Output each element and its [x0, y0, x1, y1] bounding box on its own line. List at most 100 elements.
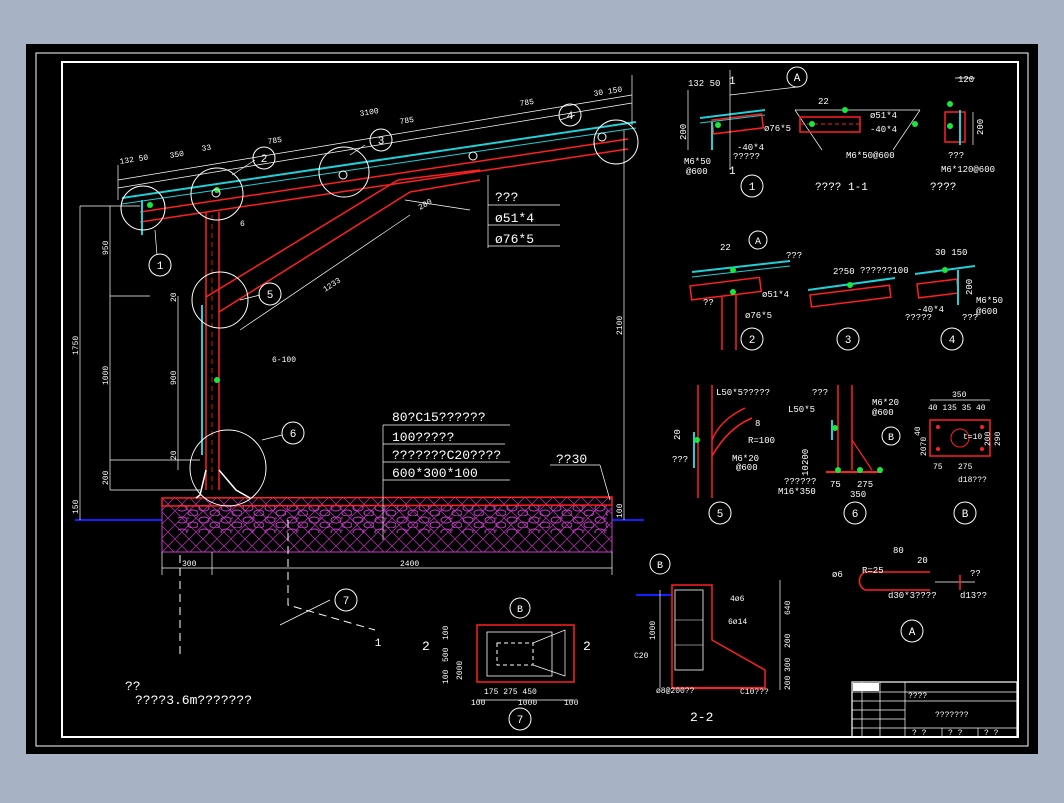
title-block-title: ???????	[935, 711, 969, 720]
svg-text:20: 20	[917, 556, 928, 566]
dim-1750: 1750	[72, 336, 81, 355]
svg-text:5: 5	[717, 509, 724, 521]
svg-text:M16*350: M16*350	[778, 487, 816, 497]
section-2-2-title: 2-2	[690, 710, 713, 725]
dim-base-2400: 2400	[400, 560, 419, 569]
svg-text:B: B	[517, 605, 523, 616]
svg-text:80: 80	[893, 546, 904, 556]
svg-text:500: 500	[442, 647, 451, 662]
svg-text:M6*120@600: M6*120@600	[941, 165, 995, 175]
svg-text:M6*20: M6*20	[872, 398, 899, 408]
slope-label: ??30	[556, 452, 587, 467]
dim-plate-6: 6	[240, 220, 245, 229]
detail-end-title: ????	[930, 182, 956, 194]
svg-text:@600: @600	[736, 463, 758, 473]
svg-text:10: 10	[801, 465, 811, 476]
svg-text:4ø6: 4ø6	[730, 595, 745, 604]
svg-text:ø8@200??: ø8@200??	[656, 687, 695, 696]
svg-text:M6*50: M6*50	[976, 296, 1003, 306]
dim-2100: 2100	[616, 316, 625, 335]
dim-base-300: 300	[182, 560, 197, 569]
svg-text:200: 200	[965, 279, 975, 295]
svg-text:275: 275	[958, 463, 973, 472]
svg-text:??: ??	[703, 298, 714, 308]
svg-text:350: 350	[952, 391, 967, 400]
note-title: ??	[125, 679, 141, 694]
svg-text:??????: ??????	[784, 477, 816, 487]
svg-text:7: 7	[517, 715, 524, 727]
svg-text:200: 200	[976, 119, 986, 135]
svg-text:B: B	[888, 433, 894, 444]
svg-text:d18???: d18???	[958, 476, 987, 485]
svg-text:20: 20	[673, 429, 683, 440]
svg-text:C20: C20	[634, 652, 649, 661]
svg-text:200: 200	[679, 124, 689, 140]
svg-text:2: 2	[422, 639, 430, 654]
pipe-table-header: ???	[495, 190, 518, 205]
svg-text:???: ???	[786, 251, 802, 261]
svg-text:ø76*5: ø76*5	[745, 311, 772, 321]
dim-1000: 1000	[102, 366, 111, 385]
svg-text:? ?: ? ?	[984, 729, 999, 738]
svg-text:75: 75	[830, 480, 841, 490]
dim-150: 150	[72, 499, 81, 514]
svg-text:???: ???	[812, 388, 828, 398]
svg-text:???: ???	[948, 151, 964, 161]
svg-text:200: 200	[784, 633, 793, 648]
svg-text:350: 350	[850, 490, 866, 500]
drawing-canvas[interactable]: 3100 785 785 785 30 150 132 50 350 33 28…	[0, 0, 1064, 798]
svg-text:200: 200	[801, 449, 811, 465]
svg-text:200: 200	[984, 431, 993, 446]
callout-3-text: 3	[378, 136, 385, 148]
svg-text:M6*50: M6*50	[684, 157, 711, 167]
svg-text:8: 8	[755, 419, 760, 429]
svg-text:1: 1	[749, 182, 756, 194]
svg-text:????: ????	[908, 692, 927, 701]
dim-900: 900	[170, 370, 179, 385]
callout-1-text: 1	[157, 261, 164, 273]
svg-text:R=100: R=100	[748, 436, 775, 446]
svg-text:? ?: ? ?	[912, 729, 927, 738]
svg-text:2000: 2000	[456, 661, 465, 680]
foundation-note-2: 100?????	[392, 430, 454, 445]
svg-text:@600: @600	[686, 167, 708, 177]
svg-text:40: 40	[914, 426, 923, 436]
callout-2-text: 2	[261, 154, 268, 166]
svg-text:290: 290	[994, 431, 1003, 446]
svg-text:100: 100	[442, 669, 451, 684]
dim-200: 200	[102, 470, 111, 485]
dim-plate-6-100: 6-100	[272, 356, 296, 365]
gravel-layer	[178, 505, 608, 533]
svg-text:300: 300	[784, 657, 793, 672]
dim-950: 950	[102, 240, 111, 255]
svg-text:1000: 1000	[649, 621, 658, 640]
svg-text:132 50: 132 50	[688, 79, 720, 89]
svg-text:2: 2	[583, 639, 591, 654]
svg-text:40 135 35 40: 40 135 35 40	[928, 404, 986, 413]
svg-text:22: 22	[720, 243, 731, 253]
foundation-note-3: ???????C20????	[392, 448, 501, 463]
callout-5-text: 5	[267, 290, 274, 302]
cad-viewport[interactable]: 3100 785 785 785 30 150 132 50 350 33 28…	[0, 0, 1064, 798]
svg-text:L50*5?????: L50*5?????	[716, 388, 770, 398]
svg-text:R=25: R=25	[862, 566, 884, 576]
svg-text:ø6: ø6	[832, 570, 843, 580]
svg-text:?????: ?????	[905, 313, 932, 323]
svg-text:d13??: d13??	[960, 591, 987, 601]
pipe-table-row2: ø76*5	[495, 232, 534, 247]
svg-text:t=10: t=10	[963, 433, 982, 442]
svg-text:-40*4: -40*4	[870, 125, 897, 135]
foundation-note-4: 600*300*100	[392, 466, 478, 481]
svg-text:??????100: ??????100	[860, 266, 909, 276]
svg-text:1: 1	[729, 166, 736, 178]
svg-text:2070: 2070	[920, 437, 929, 456]
svg-text:M6*50@600: M6*50@600	[846, 151, 895, 161]
section-1-1-title: ???? 1-1	[815, 182, 868, 194]
svg-text:120: 120	[958, 75, 974, 85]
svg-text:75: 75	[933, 463, 943, 472]
svg-text:@600: @600	[872, 408, 894, 418]
svg-text:175 275 450: 175 275 450	[484, 688, 537, 697]
svg-text:3: 3	[845, 335, 852, 347]
svg-text:ø51*4: ø51*4	[870, 111, 897, 121]
svg-text:100: 100	[564, 699, 579, 708]
